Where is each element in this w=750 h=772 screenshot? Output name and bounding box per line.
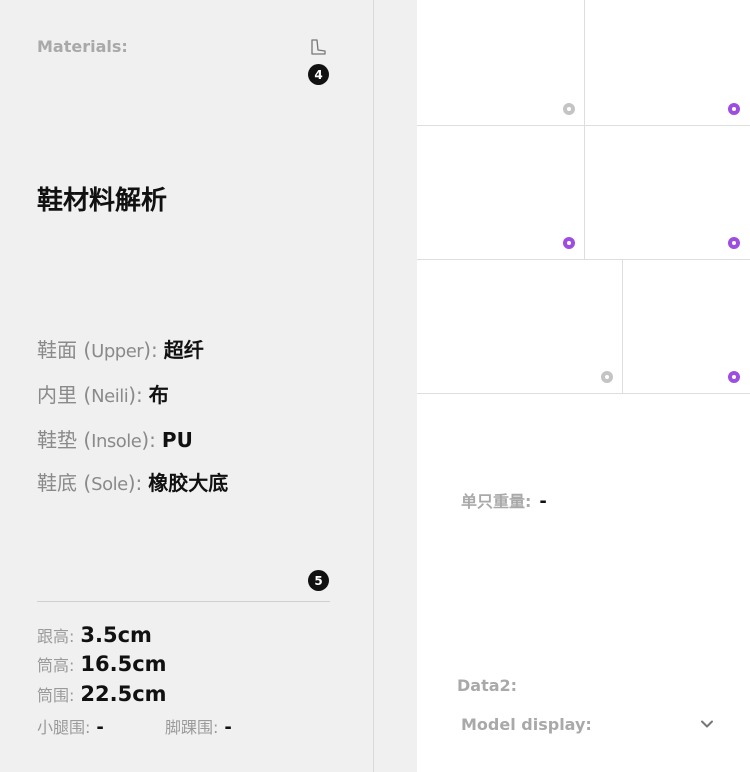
grid-divider <box>417 125 750 126</box>
spec-row-ankle-circumference: 脚踝围: - <box>165 714 232 738</box>
material-value: PU <box>161 428 193 452</box>
step-badge-4: 4 <box>308 64 329 85</box>
chevron-down-icon[interactable] <box>699 716 715 732</box>
spec-value: 3.5cm <box>80 623 152 647</box>
material-row-upper: 鞋面 (Upper): 超纤 <box>37 334 204 363</box>
material-key: 鞋面 (Upper): <box>37 338 158 362</box>
image-select-dot[interactable] <box>728 237 740 249</box>
spec-key: 筒围: <box>37 686 75 705</box>
section-title: 鞋材料解析 <box>37 186 168 216</box>
spec-value: 16.5cm <box>80 652 167 676</box>
image-select-dot[interactable] <box>728 103 740 115</box>
image-select-dot[interactable] <box>728 371 740 383</box>
materials-label: Materials: <box>37 37 128 56</box>
image-grid-panel: 单只重量: - Data2: Model display: <box>417 0 750 772</box>
model-display-label: Model display: <box>461 714 592 734</box>
material-key: 鞋垫 (Insole): <box>37 428 156 452</box>
material-value: 超纤 <box>163 338 204 362</box>
spec-value: - <box>224 717 232 738</box>
spec-row-heel-height: 跟高: 3.5cm <box>37 623 152 647</box>
spec-value: - <box>96 717 104 738</box>
spec-key: 跟高: <box>37 627 75 646</box>
spec-row-shaft-height: 筒高: 16.5cm <box>37 652 167 676</box>
spec-row-shaft-circumference: 筒围: 22.5cm <box>37 682 167 706</box>
weight-label: 单只重量: <box>461 492 532 511</box>
image-select-dot[interactable] <box>601 371 613 383</box>
spec-value: 22.5cm <box>80 682 167 706</box>
material-row-sole: 鞋底 (Sole): 橡胶大底 <box>37 467 228 496</box>
spec-row-calf-circumference: 小腿围: - <box>37 714 104 738</box>
spec-key: 脚踝围: <box>165 718 219 737</box>
image-select-dot[interactable] <box>563 103 575 115</box>
material-key: 鞋底 (Sole): <box>37 471 143 495</box>
divider <box>37 601 330 602</box>
material-value: 布 <box>148 383 169 407</box>
grid-divider <box>584 0 585 259</box>
panel-gutter <box>374 0 417 772</box>
step-badge-5: 5 <box>308 570 329 591</box>
boot-outline-icon[interactable] <box>309 38 327 56</box>
data2-label: Data2: <box>457 676 518 695</box>
material-row-lining: 内里 (Neili): 布 <box>37 379 169 408</box>
weight-value: - <box>539 491 547 512</box>
grid-divider <box>417 393 750 394</box>
materials-panel: Materials: 4 鞋材料解析 鞋面 (Upper): 超纤 内里 (Ne… <box>0 0 374 772</box>
spec-key: 筒高: <box>37 656 75 675</box>
image-select-dot[interactable] <box>563 237 575 249</box>
material-value: 橡胶大底 <box>148 471 229 495</box>
material-row-insole: 鞋垫 (Insole): PU <box>37 424 193 453</box>
grid-divider <box>417 259 750 260</box>
material-key: 内里 (Neili): <box>37 383 143 407</box>
model-display-dropdown[interactable]: Model display: <box>461 710 715 738</box>
single-weight-row: 单只重量: - <box>461 488 547 512</box>
spec-key: 小腿围: <box>37 718 91 737</box>
grid-divider <box>622 260 623 393</box>
